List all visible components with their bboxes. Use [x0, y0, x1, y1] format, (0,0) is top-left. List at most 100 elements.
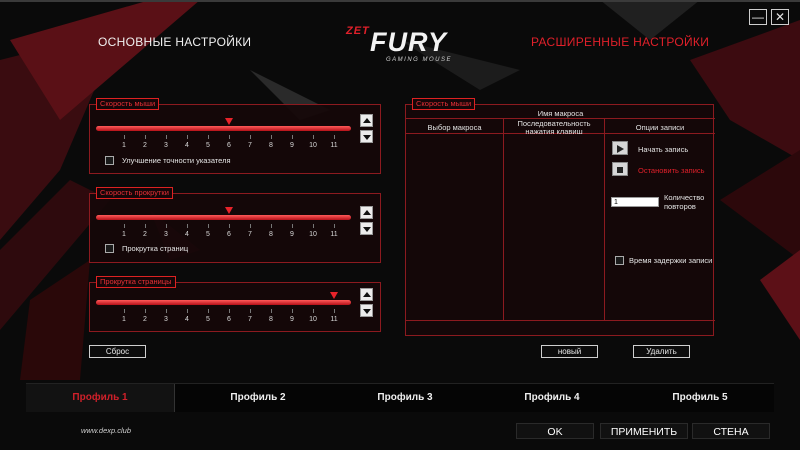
slider-tick: [334, 224, 335, 228]
title-bar-line: [0, 0, 800, 2]
tab-profile-5[interactable]: Профиль 5: [626, 384, 774, 412]
page-scroll-slider[interactable]: [96, 292, 351, 305]
logo-brand: ZET: [346, 25, 370, 37]
slider-tick: [250, 224, 251, 228]
arrow-up-icon: [363, 210, 371, 215]
slider-tick-label: 5: [206, 231, 210, 238]
slider-tick-label: 2: [143, 142, 147, 149]
mouse-speed-down-button[interactable]: [360, 130, 373, 143]
divider: [406, 320, 715, 321]
slider-tick-label: 3: [164, 316, 168, 323]
slider-tick: [292, 135, 293, 139]
logo-tagline: GAMING MOUSE: [386, 57, 453, 63]
tab-advanced-settings[interactable]: РАСШИРЕННЫЕ НАСТРОЙКИ: [531, 35, 709, 49]
tab-profile-2[interactable]: Профиль 2: [184, 384, 332, 412]
slider-tick: [229, 309, 230, 313]
repeat-count-label: Количество повторов: [664, 193, 705, 211]
reset-button[interactable]: Сброс: [89, 345, 146, 358]
stop-record-button[interactable]: [612, 162, 628, 176]
macro-name-header: Имя макроса: [537, 109, 584, 118]
slider-tick-label: 7: [248, 142, 252, 149]
slider-tick-label: 6: [227, 231, 231, 238]
scroll-speed-ticks: 1 2 3 4 5 6 7 8 9 10 11: [96, 224, 351, 238]
play-icon: [617, 145, 624, 153]
slider-tick: [208, 135, 209, 139]
slider-tick-label: 2: [143, 316, 147, 323]
new-macro-button[interactable]: новый: [541, 345, 598, 358]
delete-macro-button[interactable]: Удалить: [633, 345, 690, 358]
minimize-button[interactable]: —: [749, 9, 767, 25]
arrow-down-icon: [363, 227, 371, 232]
tab-profile-3[interactable]: Профиль 3: [331, 384, 479, 412]
app-window: — ✕ ОСНОВНЫЕ НАСТРОЙКИ РАСШИРЕННЫЕ НАСТР…: [0, 0, 800, 450]
arrow-up-icon: [363, 118, 371, 123]
slider-tick-label: 1: [122, 231, 126, 238]
slider-tick: [229, 135, 230, 139]
minimize-icon: —: [752, 10, 764, 24]
arrow-up-icon: [363, 292, 371, 297]
slider-tick: [166, 135, 167, 139]
slider-tick-label: 3: [164, 142, 168, 149]
mouse-speed-slider[interactable]: [96, 118, 351, 131]
macro-sequence-header: Последовательность нажатия клавиш: [517, 119, 591, 136]
start-record-button[interactable]: [612, 141, 628, 155]
slider-tick-label: 8: [269, 142, 273, 149]
scroll-speed-up-button[interactable]: [360, 206, 373, 219]
page-scroll-title: Прокрутка страницы: [96, 276, 176, 288]
slider-tick-label: 9: [290, 316, 294, 323]
slider-tick: [292, 224, 293, 228]
apply-button[interactable]: ПРИМЕНИТЬ: [600, 423, 688, 439]
ok-button[interactable]: OK: [516, 423, 594, 439]
mouse-speed-title: Скорость мыши: [96, 98, 160, 110]
mouse-speed-up-button[interactable]: [360, 114, 373, 127]
slider-tick-label: 10: [309, 231, 317, 238]
page-scroll-thumb[interactable]: [330, 292, 338, 299]
record-delay-checkbox[interactable]: [615, 256, 624, 265]
macro-select-header: Выбор макроса: [427, 123, 482, 132]
scroll-speed-down-button[interactable]: [360, 222, 373, 235]
scroll-speed-slider[interactable]: [96, 207, 351, 220]
page-scroll-checkbox[interactable]: [105, 244, 114, 253]
slider-tick-label: 6: [227, 316, 231, 323]
slider-tick: [124, 224, 125, 228]
slider-tick: [334, 135, 335, 139]
tab-main-settings[interactable]: ОСНОВНЫЕ НАСТРОЙКИ: [98, 35, 251, 49]
macro-panel: Скорость мыши Имя макроса Выбор макроса …: [405, 98, 715, 336]
slider-tick-label: 5: [206, 316, 210, 323]
close-button[interactable]: ✕: [771, 9, 789, 25]
page-scroll-checkbox-label: Прокрутка страниц: [122, 244, 189, 253]
slider-tick-label: 10: [309, 142, 317, 149]
slider-tick: [313, 135, 314, 139]
macro-panel-title: Скорость мыши: [412, 98, 476, 110]
repeat-count-input[interactable]: 1: [611, 197, 659, 207]
scroll-speed-title: Скорость прокрутки: [96, 187, 173, 199]
scroll-speed-thumb[interactable]: [225, 207, 233, 214]
profile-tabs: Профиль 1 Профиль 2 Профиль 3 Профиль 4 …: [26, 383, 774, 412]
slider-tick-label: 11: [330, 231, 338, 238]
slider-tick: [145, 224, 146, 228]
slider-tick-label: 3: [164, 231, 168, 238]
slider-tick: [313, 224, 314, 228]
slider-tick: [145, 135, 146, 139]
logo: ZET FURY GAMING MOUSE: [340, 22, 480, 66]
slider-tick: [292, 309, 293, 313]
slider-tick-label: 2: [143, 231, 147, 238]
page-scroll-up-button[interactable]: [360, 288, 373, 301]
slider-tick: [166, 224, 167, 228]
tab-profile-1[interactable]: Профиль 1: [26, 384, 175, 412]
stop-icon: [617, 167, 623, 173]
close-icon: ✕: [774, 10, 786, 24]
slider-tick-label: 1: [122, 316, 126, 323]
divider: [503, 118, 504, 320]
stop-record-label: Остановить запись: [638, 166, 705, 175]
tab-profile-4[interactable]: Профиль 4: [478, 384, 626, 412]
slider-tick-label: 6: [227, 142, 231, 149]
slider-tick: [271, 224, 272, 228]
slider-tick-label: 8: [269, 316, 273, 323]
cancel-button[interactable]: СТЕНА: [692, 423, 770, 439]
mouse-speed-thumb[interactable]: [225, 118, 233, 125]
page-scroll-down-button[interactable]: [360, 304, 373, 317]
pointer-precision-checkbox[interactable]: [105, 156, 114, 165]
mouse-speed-ticks: 1 2 3 4 5 6 7 8 9 10 11: [96, 135, 351, 149]
website-link[interactable]: www.dexp.club: [81, 426, 131, 435]
